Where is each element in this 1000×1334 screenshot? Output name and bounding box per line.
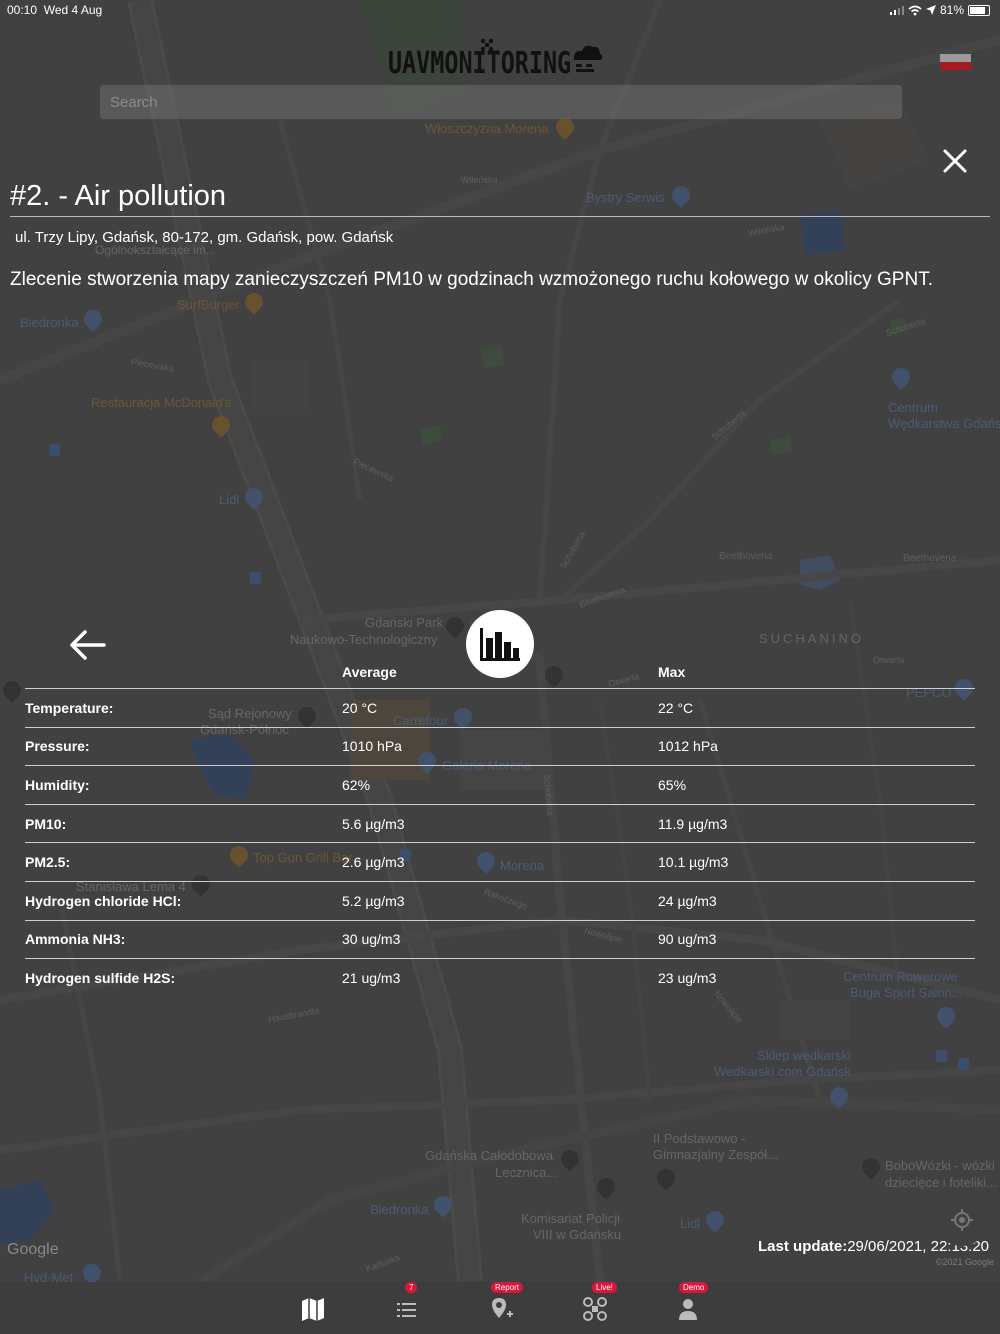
report-address: ul. Trzy Lipy, Gdańsk, 80-172, gm. Gdańs… xyxy=(15,229,394,246)
table-row: Pressure: 1010 hPa 1012 hPa xyxy=(25,728,975,767)
table-row: Hydrogen chloride HCl: 5.2 µg/m3 24 µg/m3 xyxy=(25,882,975,921)
my-location-button[interactable] xyxy=(936,1194,988,1246)
measurement-label: Ammonia NH3: xyxy=(25,931,126,948)
table-row: PM2.5: 2.6 µg/m3 10.1 µg/m3 xyxy=(25,843,975,882)
max-value: 90 ug/m3 xyxy=(658,931,717,948)
status-time: 00:10 Wed 4 Aug xyxy=(7,3,102,17)
max-value: 22 °C xyxy=(658,699,694,716)
drone-icon xyxy=(480,38,494,52)
average-value: 62% xyxy=(342,776,371,793)
table-row: Humidity: 62% 65% xyxy=(25,766,975,805)
clock: 00:10 xyxy=(7,3,38,17)
close-icon xyxy=(943,149,967,173)
nav-map[interactable] xyxy=(298,1294,328,1324)
average-value: 1010 hPa xyxy=(342,738,402,755)
battery-icon xyxy=(968,4,990,16)
report-description: Zlecenie stworzenia mapy zanieczyszczeń … xyxy=(10,269,933,290)
table-row: Temperature: 20 °C 22 °C xyxy=(25,689,975,728)
report-badge: Report xyxy=(491,1282,524,1293)
status-bar: 00:10 Wed 4 Aug 81% xyxy=(0,0,1000,22)
table-row: Hydrogen sulfide H2S: 21 ug/m3 23 ug/m3 xyxy=(25,959,975,998)
measurement-table: Average Max Temperature: 20 °C 22 °C Pressu… xyxy=(25,656,975,998)
measurement-label: Pressure: xyxy=(25,738,90,755)
map-icon xyxy=(302,1298,324,1321)
column-header-max: Max xyxy=(658,664,686,680)
max-value: 24 µg/m3 xyxy=(658,892,717,909)
battery-percent: 81% xyxy=(939,3,964,17)
max-value: 11.9 µg/m3 xyxy=(658,815,728,832)
list-badge: 7 xyxy=(405,1282,418,1293)
map-copyright: ©2021 Google xyxy=(935,1257,994,1267)
average-value: 2.6 µg/m3 xyxy=(342,854,405,871)
measurement-label: Temperature: xyxy=(25,699,114,716)
last-update-label: Last update: xyxy=(758,1238,848,1255)
max-value: 10.1 µg/m3 xyxy=(658,854,729,871)
nav-list[interactable]: 7 xyxy=(393,1282,423,1324)
crosshair-icon xyxy=(951,1209,973,1231)
date: Wed 4 Aug xyxy=(43,3,103,17)
nav-demo[interactable]: Demo xyxy=(673,1282,709,1324)
demo-badge: Demo xyxy=(679,1282,709,1293)
column-header-average: Average xyxy=(342,664,397,680)
bottom-navigation: 7 Report Live! Demo xyxy=(0,1282,1000,1334)
search-input[interactable] xyxy=(100,85,902,119)
max-value: 65% xyxy=(658,776,687,793)
user-icon xyxy=(679,1299,697,1320)
nav-live[interactable]: Live! xyxy=(580,1282,617,1324)
title-divider xyxy=(10,216,990,217)
average-value: 21 ug/m3 xyxy=(342,970,401,987)
app-logo: UAVMONITORING xyxy=(386,38,608,82)
add-location-icon xyxy=(492,1298,513,1318)
cloud-drone-icon xyxy=(574,45,603,72)
search-bar[interactable] xyxy=(100,85,902,119)
nav-report[interactable]: Report xyxy=(486,1282,524,1324)
table-header: Average Max xyxy=(25,656,975,689)
close-button[interactable] xyxy=(940,146,970,176)
measurement-label: Hydrogen sulfide H2S: xyxy=(25,970,176,987)
average-value: 30 ug/m3 xyxy=(342,931,401,948)
wifi-icon xyxy=(908,5,922,15)
signal-icon xyxy=(889,6,904,15)
measurement-label: PM10: xyxy=(25,815,67,832)
measurement-label: Hydrogen chloride HCl: xyxy=(25,892,182,909)
average-value: 5.2 µg/m3 xyxy=(342,892,405,909)
measurement-label: Humidity: xyxy=(25,776,90,793)
language-flag-button[interactable] xyxy=(940,54,971,70)
report-title: #2. - Air pollution xyxy=(10,180,227,212)
table-row: PM10: 5.6 µg/m3 11.9 µg/m3 xyxy=(25,805,975,844)
max-value: 23 ug/m3 xyxy=(658,970,717,987)
table-row: Ammonia NH3: 30 ug/m3 90 ug/m3 xyxy=(25,921,975,960)
average-value: 5.6 µg/m3 xyxy=(342,815,405,832)
average-value: 20 °C xyxy=(342,699,378,716)
location-arrow-icon xyxy=(925,5,936,15)
measurement-label: PM2.5: xyxy=(25,854,71,871)
list-icon xyxy=(397,1303,416,1317)
live-badge: Live! xyxy=(592,1282,617,1293)
google-attribution: Google xyxy=(7,1241,59,1258)
max-value: 1012 hPa xyxy=(658,738,718,755)
drone-icon xyxy=(583,1297,607,1321)
